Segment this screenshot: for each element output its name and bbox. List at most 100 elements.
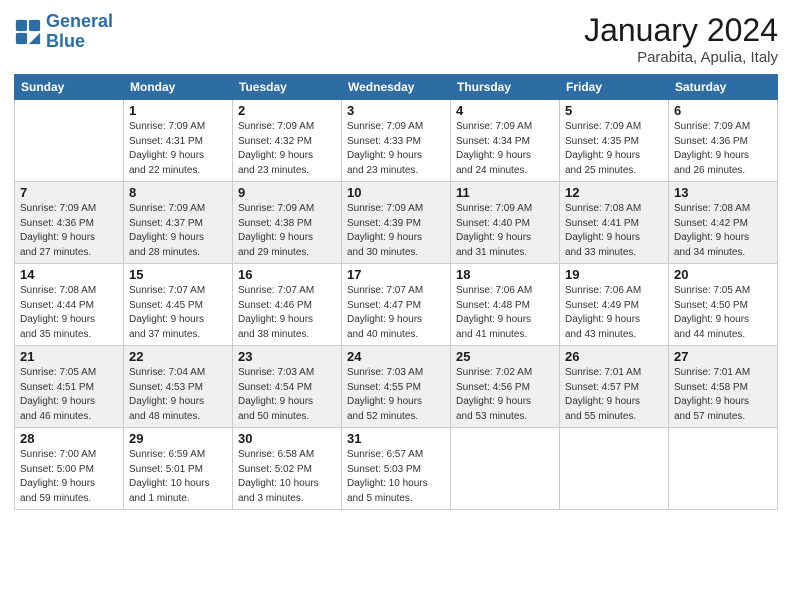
day-number: 24 bbox=[347, 349, 445, 364]
col-thursday: Thursday bbox=[451, 75, 560, 100]
day-info: Sunrise: 7:09 AM Sunset: 4:33 PM Dayligh… bbox=[347, 120, 445, 178]
col-saturday: Saturday bbox=[669, 75, 778, 100]
day-info: Sunrise: 7:06 AM Sunset: 4:48 PM Dayligh… bbox=[456, 284, 554, 342]
col-wednesday: Wednesday bbox=[342, 75, 451, 100]
day-number: 14 bbox=[20, 267, 118, 282]
day-info: Sunrise: 6:57 AM Sunset: 5:03 PM Dayligh… bbox=[347, 448, 445, 506]
day-info: Sunrise: 7:09 AM Sunset: 4:31 PM Dayligh… bbox=[129, 120, 227, 178]
table-row: 10 Sunrise: 7:09 AM Sunset: 4:39 PM Dayli… bbox=[342, 182, 451, 264]
table-row: 5 Sunrise: 7:09 AM Sunset: 4:35 PM Daylig… bbox=[560, 100, 669, 182]
day-info: Sunrise: 7:09 AM Sunset: 4:37 PM Dayligh… bbox=[129, 202, 227, 260]
day-info: Sunrise: 7:08 AM Sunset: 4:44 PM Dayligh… bbox=[20, 284, 118, 342]
day-info: Sunrise: 7:08 AM Sunset: 4:42 PM Dayligh… bbox=[674, 202, 772, 260]
table-row: 2 Sunrise: 7:09 AM Sunset: 4:32 PM Daylig… bbox=[233, 100, 342, 182]
day-info: Sunrise: 7:09 AM Sunset: 4:32 PM Dayligh… bbox=[238, 120, 336, 178]
table-row: 4Sunrise: 7:09 AM Sunset: 4:34 PM Daylig… bbox=[451, 100, 560, 182]
day-info: Sunrise: 7:09 AM Sunset: 4:36 PM Dayligh… bbox=[674, 120, 772, 178]
table-row: 27Sunrise: 7:01 AM Sunset: 4:58 PM Dayli… bbox=[669, 346, 778, 428]
col-friday: Friday bbox=[560, 75, 669, 100]
day-info: Sunrise: 7:07 AM Sunset: 4:45 PM Dayligh… bbox=[129, 284, 227, 342]
title-block: January 2024 Parabita, Apulia, Italy bbox=[584, 12, 778, 66]
calendar-week-3: 14 Sunrise: 7:08 AM Sunset: 4:44 PM Dayli… bbox=[15, 264, 778, 346]
day-info: Sunrise: 7:04 AM Sunset: 4:53 PM Dayligh… bbox=[129, 366, 227, 424]
day-number: 31 bbox=[347, 431, 445, 446]
day-info: Sunrise: 7:09 AM Sunset: 4:38 PM Dayligh… bbox=[238, 202, 336, 260]
table-row: 6 Sunrise: 7:09 AM Sunset: 4:36 PM Daylig… bbox=[669, 100, 778, 182]
day-number: 23 bbox=[238, 349, 336, 364]
header-row: Sunday Monday Tuesday Wednesday Thursday… bbox=[15, 75, 778, 100]
table-row: 23 Sunrise: 7:03 AM Sunset: 4:54 PM Dayli… bbox=[233, 346, 342, 428]
day-number: 1 bbox=[129, 103, 227, 118]
day-info: Sunrise: 7:06 AM Sunset: 4:49 PM Dayligh… bbox=[565, 284, 663, 342]
day-info: Sunrise: 6:59 AM Sunset: 5:01 PM Dayligh… bbox=[129, 448, 227, 506]
table-row: 16 Sunrise: 7:07 AM Sunset: 4:46 PM Dayli… bbox=[233, 264, 342, 346]
day-number: 13 bbox=[674, 185, 772, 200]
day-info: Sunrise: 7:00 AM Sunset: 5:00 PM Dayligh… bbox=[20, 448, 118, 506]
table-row: 26Sunrise: 7:01 AM Sunset: 4:57 PM Dayli… bbox=[560, 346, 669, 428]
day-info: Sunrise: 7:09 AM Sunset: 4:36 PM Dayligh… bbox=[20, 202, 118, 260]
col-sunday: Sunday bbox=[15, 75, 124, 100]
day-info: Sunrise: 7:09 AM Sunset: 4:39 PM Dayligh… bbox=[347, 202, 445, 260]
col-tuesday: Tuesday bbox=[233, 75, 342, 100]
day-info: Sunrise: 7:03 AM Sunset: 4:54 PM Dayligh… bbox=[238, 366, 336, 424]
day-info: Sunrise: 7:02 AM Sunset: 4:56 PM Dayligh… bbox=[456, 366, 554, 424]
table-row: 13 Sunrise: 7:08 AM Sunset: 4:42 PM Dayli… bbox=[669, 182, 778, 264]
table-row: 17 Sunrise: 7:07 AM Sunset: 4:47 PM Dayli… bbox=[342, 264, 451, 346]
day-number: 26 bbox=[565, 349, 663, 364]
page-header: General Blue January 2024 Parabita, Apul… bbox=[14, 12, 778, 66]
calendar-week-1: 1 Sunrise: 7:09 AM Sunset: 4:31 PM Daylig… bbox=[15, 100, 778, 182]
day-number: 8 bbox=[129, 185, 227, 200]
day-number: 28 bbox=[20, 431, 118, 446]
day-number: 17 bbox=[347, 267, 445, 282]
table-row: 31 Sunrise: 6:57 AM Sunset: 5:03 PM Dayli… bbox=[342, 428, 451, 510]
logo: General Blue bbox=[14, 12, 113, 52]
day-number: 4 bbox=[456, 103, 554, 118]
calendar-week-2: 7 Sunrise: 7:09 AM Sunset: 4:36 PM Daylig… bbox=[15, 182, 778, 264]
day-info: Sunrise: 7:07 AM Sunset: 4:47 PM Dayligh… bbox=[347, 284, 445, 342]
day-number: 10 bbox=[347, 185, 445, 200]
table-row: 7 Sunrise: 7:09 AM Sunset: 4:36 PM Daylig… bbox=[15, 182, 124, 264]
table-row bbox=[15, 100, 124, 182]
day-info: Sunrise: 6:58 AM Sunset: 5:02 PM Dayligh… bbox=[238, 448, 336, 506]
day-number: 7 bbox=[20, 185, 118, 200]
table-row: 29 Sunrise: 6:59 AM Sunset: 5:01 PM Dayli… bbox=[124, 428, 233, 510]
day-number: 15 bbox=[129, 267, 227, 282]
table-row: 11Sunrise: 7:09 AM Sunset: 4:40 PM Dayli… bbox=[451, 182, 560, 264]
day-number: 29 bbox=[129, 431, 227, 446]
table-row bbox=[669, 428, 778, 510]
day-number: 27 bbox=[674, 349, 772, 364]
day-info: Sunrise: 7:03 AM Sunset: 4:55 PM Dayligh… bbox=[347, 366, 445, 424]
day-info: Sunrise: 7:09 AM Sunset: 4:35 PM Dayligh… bbox=[565, 120, 663, 178]
day-number: 11 bbox=[456, 185, 554, 200]
day-info: Sunrise: 7:05 AM Sunset: 4:50 PM Dayligh… bbox=[674, 284, 772, 342]
day-number: 2 bbox=[238, 103, 336, 118]
table-row: 30 Sunrise: 6:58 AM Sunset: 5:02 PM Dayli… bbox=[233, 428, 342, 510]
table-row: 14 Sunrise: 7:08 AM Sunset: 4:44 PM Dayli… bbox=[15, 264, 124, 346]
table-row bbox=[560, 428, 669, 510]
day-number: 6 bbox=[674, 103, 772, 118]
day-number: 19 bbox=[565, 267, 663, 282]
table-row: 12Sunrise: 7:08 AM Sunset: 4:41 PM Dayli… bbox=[560, 182, 669, 264]
logo-text: General Blue bbox=[46, 12, 113, 52]
day-info: Sunrise: 7:07 AM Sunset: 4:46 PM Dayligh… bbox=[238, 284, 336, 342]
day-number: 20 bbox=[674, 267, 772, 282]
table-row: 20 Sunrise: 7:05 AM Sunset: 4:50 PM Dayli… bbox=[669, 264, 778, 346]
table-row: 3Sunrise: 7:09 AM Sunset: 4:33 PM Daylig… bbox=[342, 100, 451, 182]
day-number: 5 bbox=[565, 103, 663, 118]
day-number: 16 bbox=[238, 267, 336, 282]
page-container: General Blue January 2024 Parabita, Apul… bbox=[0, 0, 792, 518]
day-info: Sunrise: 7:05 AM Sunset: 4:51 PM Dayligh… bbox=[20, 366, 118, 424]
day-number: 9 bbox=[238, 185, 336, 200]
col-monday: Monday bbox=[124, 75, 233, 100]
day-number: 12 bbox=[565, 185, 663, 200]
table-row: 19 Sunrise: 7:06 AM Sunset: 4:49 PM Dayli… bbox=[560, 264, 669, 346]
logo-icon bbox=[14, 18, 42, 46]
calendar-week-5: 28 Sunrise: 7:00 AM Sunset: 5:00 PM Dayli… bbox=[15, 428, 778, 510]
table-row: 18Sunrise: 7:06 AM Sunset: 4:48 PM Dayli… bbox=[451, 264, 560, 346]
table-row: 8 Sunrise: 7:09 AM Sunset: 4:37 PM Daylig… bbox=[124, 182, 233, 264]
month-title: January 2024 bbox=[584, 12, 778, 49]
day-number: 30 bbox=[238, 431, 336, 446]
table-row: 9 Sunrise: 7:09 AM Sunset: 4:38 PM Daylig… bbox=[233, 182, 342, 264]
day-number: 21 bbox=[20, 349, 118, 364]
table-row bbox=[451, 428, 560, 510]
